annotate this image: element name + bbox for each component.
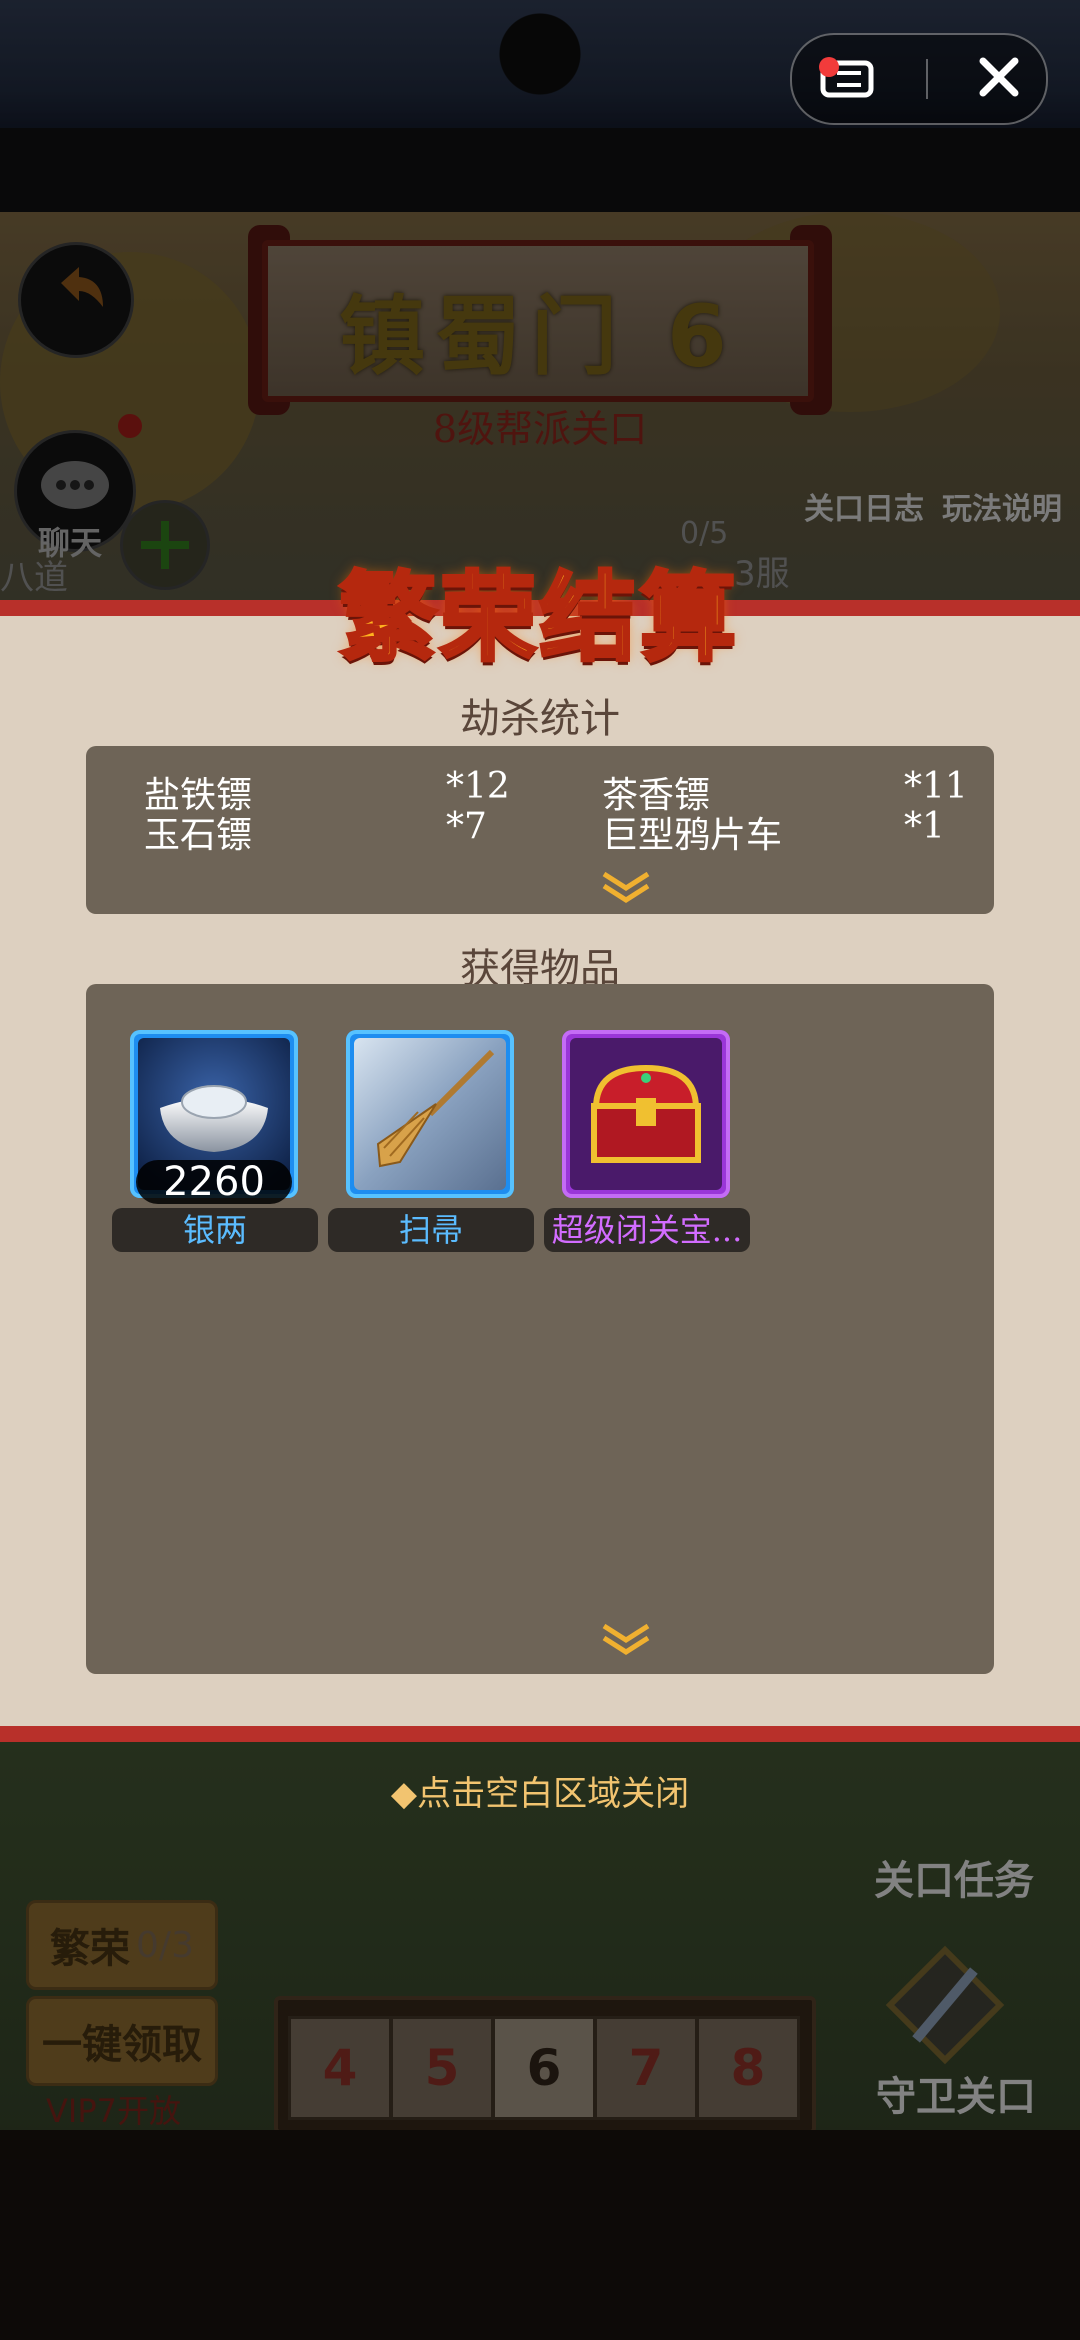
kill-stat-count: *1 (904, 806, 945, 847)
kill-stat-count: *7 (446, 806, 487, 847)
item-label: 超级闭关宝... (544, 1208, 750, 1252)
expand-chevron-icon[interactable] (598, 870, 654, 906)
broom-icon (354, 1038, 506, 1190)
kill-stats-heading: 劫杀统计 (460, 696, 620, 742)
expand-chevron-icon[interactable] (598, 1622, 654, 1658)
kill-stat-count: *12 (446, 766, 510, 807)
item-label: 扫帚 (328, 1208, 534, 1252)
item-count: 2260 (136, 1160, 292, 1204)
item-frame (562, 1030, 730, 1198)
kill-stats-panel: 盐铁镖 *12 茶香镖 *11 玉石镖 *7 巨型鸦片车 *1 (86, 746, 994, 914)
notification-dot (818, 57, 839, 77)
kill-stat-count: *11 (904, 766, 968, 807)
mini-program-capsule (790, 33, 1048, 125)
double-chevron-down-icon (602, 871, 650, 903)
modal-bottom-border (0, 1726, 1080, 1742)
double-chevron-down-icon (602, 1623, 650, 1655)
kill-stat-name: 玉石镖 (144, 815, 253, 856)
close-x-graphic (979, 57, 1019, 97)
menu-icon[interactable] (817, 57, 877, 99)
modal-title: 繁荣结算 (338, 560, 740, 676)
capsule-divider (925, 59, 928, 99)
treasure-chest-icon (570, 1038, 722, 1190)
close-hint: ◆点击空白区域关闭 (390, 1774, 690, 1814)
item-frame (346, 1030, 514, 1198)
close-icon[interactable] (977, 55, 1021, 103)
item-label: 银两 (112, 1208, 318, 1252)
kill-stat-name: 巨型鸦片车 (602, 815, 783, 856)
